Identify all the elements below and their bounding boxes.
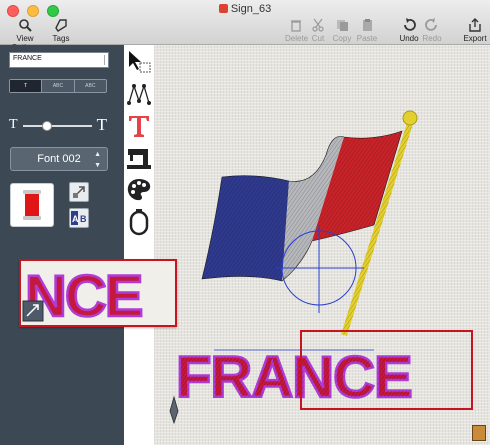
- text-stitch-overlay: FRANCE: [176, 345, 412, 410]
- redo-icon: [425, 18, 437, 31]
- font-dropdown[interactable]: Font 002 ▲ ▼: [10, 147, 108, 171]
- document-icon: [218, 4, 228, 13]
- hoop-tool[interactable]: [126, 209, 152, 239]
- sewing-machine-icon: [127, 149, 151, 169]
- text-tool[interactable]: [126, 113, 152, 143]
- hoop-icon: [129, 209, 149, 236]
- design-canvas[interactable]: FRANCE FRANCE: [154, 45, 490, 445]
- cut-button[interactable]: Cut: [309, 18, 327, 43]
- text-mode-arc[interactable]: ABC: [42, 80, 75, 92]
- node-path-icon: [127, 83, 151, 105]
- properties-panel: FRANCE T ABC ABC T T Font 002 ▲ ▼ AB: [0, 45, 124, 445]
- svg-text:B: B: [80, 214, 87, 224]
- slider-track: [23, 125, 92, 127]
- text-mode-straight[interactable]: T: [10, 80, 43, 92]
- delete-button[interactable]: Delete: [285, 18, 308, 43]
- stitch-tool[interactable]: [126, 145, 152, 175]
- svg-text:A: A: [72, 214, 79, 224]
- text-size-slider[interactable]: T T: [9, 115, 107, 135]
- clipboard-icon: [363, 19, 372, 31]
- text-mode-arc-up[interactable]: ABC: [75, 80, 106, 92]
- input-divider: [104, 55, 105, 65]
- scissors-icon: [312, 18, 324, 32]
- magnifier-icon: [19, 19, 32, 32]
- copy-icon: [337, 20, 348, 31]
- title-bar: Sign_63 View Options Tags Delete Cut Cop…: [0, 0, 490, 52]
- reset-button[interactable]: [69, 182, 89, 202]
- undo-button[interactable]: Undo: [398, 18, 420, 43]
- text-input[interactable]: FRANCE: [9, 52, 109, 68]
- redo-button[interactable]: Redo: [421, 18, 443, 43]
- slider-knob[interactable]: [42, 121, 53, 131]
- export-button[interactable]: Export: [463, 18, 487, 43]
- resize-arrow-icon: [73, 186, 85, 198]
- zoom-preview-art: NCE: [22, 263, 145, 325]
- notebook-icon[interactable]: [472, 425, 486, 441]
- window-title: Sign_63: [0, 3, 490, 15]
- letter-spacing-button[interactable]: AB: [69, 208, 89, 228]
- paste-button[interactable]: Paste: [356, 18, 378, 43]
- thread-color-button[interactable]: [10, 183, 54, 227]
- large-size-icon: T: [96, 115, 107, 134]
- text-mode-segmented-control: T ABC ABC: [9, 79, 107, 93]
- arrow-pointer-icon: [129, 51, 151, 73]
- color-palette-tool[interactable]: [126, 177, 152, 207]
- tool-strip: [124, 45, 154, 445]
- palette-icon: [127, 179, 151, 201]
- undo-icon: [404, 18, 416, 31]
- text-t-icon: [129, 116, 149, 137]
- chevron-updown-icon: ▲ ▼: [94, 151, 101, 169]
- embroidery-artwork: FRANCE FRANCE: [169, 110, 473, 425]
- thread-spool-icon: [23, 190, 41, 220]
- tags-button[interactable]: Tags: [50, 18, 72, 43]
- trash-icon: [291, 20, 301, 32]
- small-size-icon: T: [9, 117, 18, 132]
- kerning-icon: AB: [71, 211, 87, 225]
- tag-icon: [55, 19, 67, 32]
- node-edit-tool[interactable]: [126, 81, 152, 111]
- select-tool[interactable]: [126, 49, 152, 79]
- copy-button[interactable]: Copy: [331, 18, 353, 43]
- zoom-preview: NCE: [19, 259, 177, 327]
- share-icon: [469, 18, 481, 32]
